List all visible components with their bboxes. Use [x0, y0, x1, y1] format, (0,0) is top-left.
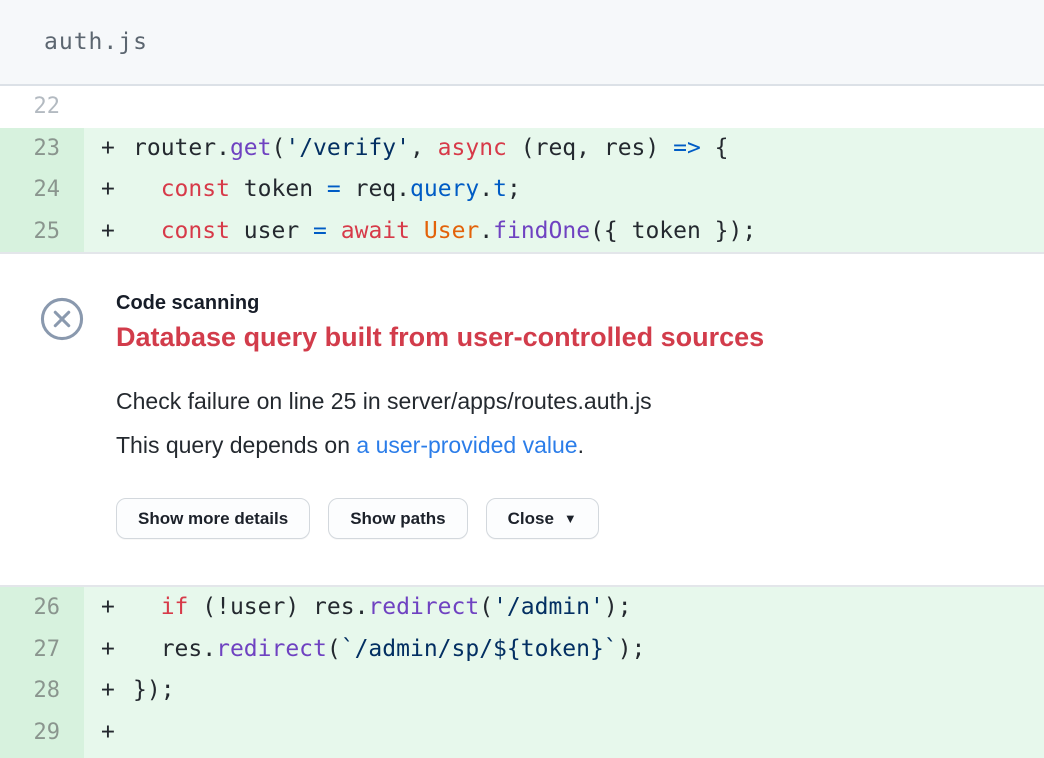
- diff-block-top: 2223+router.get('/verify', async (req, r…: [0, 86, 1044, 252]
- line-number[interactable]: 22: [0, 86, 84, 128]
- alert-body: Code scanning Database query built from …: [116, 290, 1004, 585]
- line-number[interactable]: 23: [0, 128, 84, 170]
- show-more-details-button[interactable]: Show more details: [116, 498, 310, 539]
- line-number[interactable]: 26: [0, 587, 84, 629]
- code-line: +router.get('/verify', async (req, res) …: [84, 128, 1044, 170]
- line-number[interactable]: 29: [0, 712, 84, 754]
- diff-add-sign: +: [101, 169, 133, 211]
- file-name: auth.js: [44, 29, 148, 55]
- alert-check-failure-text: Check failure on line 25 in server/apps/…: [116, 386, 1004, 416]
- diff-view: auth.js 2223+router.get('/verify', async…: [0, 0, 1044, 758]
- code-line: + const token = req.query.t;: [84, 169, 1044, 211]
- alert-actions: Show more details Show paths Close ▼: [116, 498, 1004, 539]
- diff-row-29: 29 +: [0, 712, 1044, 754]
- code-scanning-alert: Code scanning Database query built from …: [0, 252, 1044, 587]
- circle-x-icon: [39, 296, 85, 342]
- diff-row-24: 24+ const token = req.query.t;: [0, 169, 1044, 211]
- diff-row-26: 26+ if (!user) res.redirect('/admin');: [0, 587, 1044, 629]
- close-dropdown-button[interactable]: Close ▼: [486, 498, 599, 539]
- alert-title: Database query built from user-controlle…: [116, 320, 1004, 354]
- line-number[interactable]: 27: [0, 629, 84, 671]
- diff-add-sign: +: [101, 629, 133, 671]
- diff-row-28: 28+});: [0, 670, 1044, 712]
- close-label: Close: [508, 509, 554, 528]
- diff-block-bottom: 26+ if (!user) res.redirect('/admin');27…: [0, 587, 1044, 758]
- code-line: + res.redirect(`/admin/sp/${token}`);: [84, 629, 1044, 671]
- diff-add-sign: +: [101, 712, 133, 754]
- diff-row-23: 23+router.get('/verify', async (req, res…: [0, 128, 1044, 170]
- line-number[interactable]: 24: [0, 169, 84, 211]
- code-line: +});: [84, 670, 1044, 712]
- diff-add-sign: +: [101, 211, 133, 253]
- code-line: + const user = await User.findOne({ toke…: [84, 211, 1044, 253]
- diff-add-sign: +: [101, 128, 133, 170]
- alert-description: This query depends on a user-provided va…: [116, 430, 1004, 460]
- code-line: [84, 86, 1044, 128]
- description-suffix: .: [578, 432, 584, 458]
- file-header: auth.js: [0, 0, 1044, 86]
- alert-tool-name: Code scanning: [116, 290, 1004, 316]
- code-line: + if (!user) res.redirect('/admin');: [84, 587, 1044, 629]
- description-prefix: This query depends on: [116, 432, 356, 458]
- diff-add-sign: +: [101, 587, 133, 629]
- show-paths-button[interactable]: Show paths: [328, 498, 467, 539]
- diff-row-27: 27+ res.redirect(`/admin/sp/${token}`);: [0, 629, 1044, 671]
- line-number[interactable]: 28: [0, 670, 84, 712]
- diff-add-sign: +: [101, 670, 133, 712]
- line-number[interactable]: 25: [0, 211, 84, 253]
- diff-row-25: 25+ const user = await User.findOne({ to…: [0, 211, 1044, 253]
- diff-row-22: 22: [0, 86, 1044, 128]
- caret-down-icon: ▼: [564, 511, 577, 526]
- user-provided-value-link[interactable]: a user-provided value: [356, 432, 577, 458]
- code-line: +: [84, 712, 1044, 754]
